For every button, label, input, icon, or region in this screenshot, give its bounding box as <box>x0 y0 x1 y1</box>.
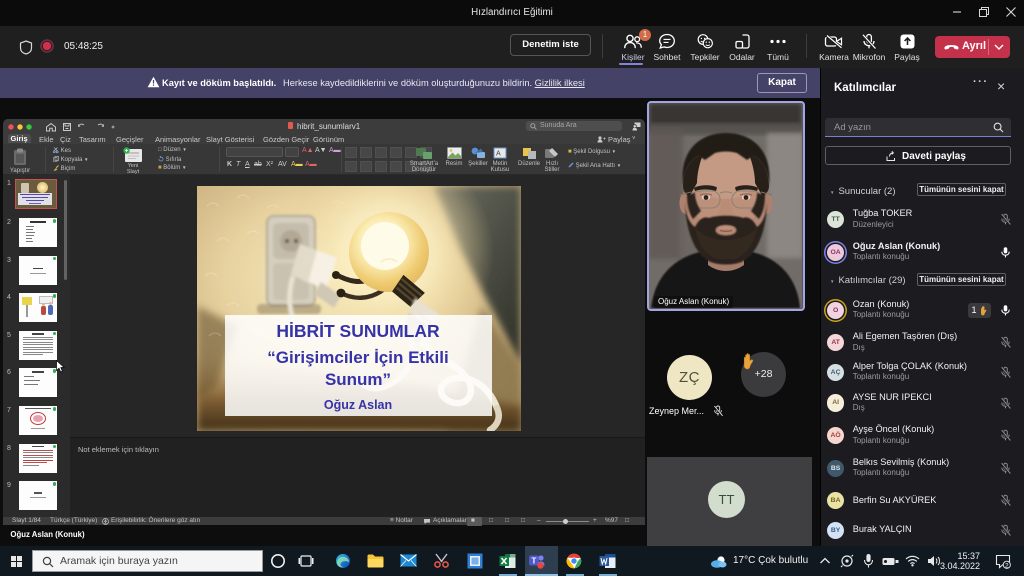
svg-text:2: 2 <box>1005 562 1009 569</box>
svg-text:A: A <box>496 150 501 157</box>
svg-text:HİBRİT SUNUMLAR: HİBRİT SUNUMLAR <box>276 321 440 341</box>
svg-text:Sunum”: Sunum” <box>325 370 391 389</box>
svg-text:Oğuz Aslan: Oğuz Aslan <box>324 398 392 412</box>
svg-text:T: T <box>532 557 537 566</box>
svg-text:“Girişimciler İçin Etkili: “Girişimciler İçin Etkili <box>267 348 448 367</box>
